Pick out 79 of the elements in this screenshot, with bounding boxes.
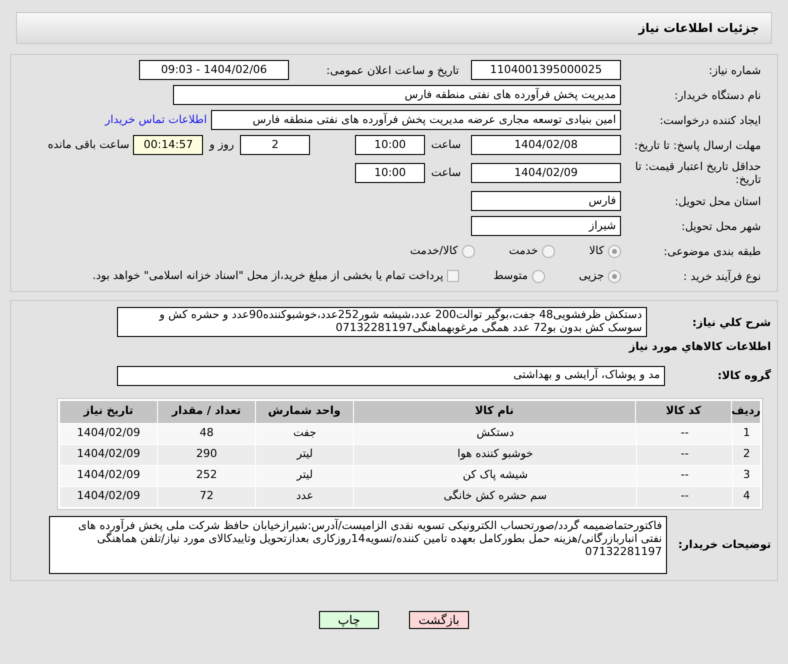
description-textarea[interactable]: دستکش ظرفشویی48 جفت،بوگیر توالت200 عدد،شیشه شور252عدد،خوشبوکننده90عدد و حشره کش و سوسک کش بدون بو72 عدد همگی مرغوبهماهنگی07132281197 xyxy=(117,307,647,337)
table-cell: 252 xyxy=(158,466,256,486)
table-cell: 1404/02/09 xyxy=(60,466,158,486)
column-header: نام کالا xyxy=(354,400,635,422)
buyer-notes-textarea[interactable]: فاکتورحتماضمیمه گردد/صورتحساب الکترونیکی تسویه نقدی الزامیست/آدرس:شیرازخیابان حافظ شرکت ملی پخش فرآورده های نفتی انباربازرگانی/هزینه حمل بطورکامل بعهده تامین کننده/تسویه14روزکاری بعدازتحویل وتاییدکالای مورد نیاز/تلفن هماهنگی 07132281197 xyxy=(49,516,667,574)
field-value: 10:00 xyxy=(355,163,426,183)
table-cell: -- xyxy=(637,486,732,506)
table-cell: -- xyxy=(637,466,732,486)
table-cell: خوشبو کننده هوا xyxy=(354,444,636,464)
field-label: استان محل تحویل: xyxy=(674,194,761,208)
table-cell: لیتر xyxy=(256,466,354,486)
field-value: فارس xyxy=(471,191,621,211)
field-label: حداقل تاریخ اعتبار قیمت: تا تاریخ: xyxy=(634,160,761,186)
print-button[interactable]: چاپ xyxy=(319,610,379,628)
field-label: نام دستگاه خریدار: xyxy=(673,88,761,102)
table-cell: عدد xyxy=(256,486,354,506)
field-value: شیراز xyxy=(471,216,621,236)
table-cell: 1404/02/09 xyxy=(60,444,158,464)
column-header: ردیف xyxy=(732,400,760,422)
table-cell: 1 xyxy=(733,424,760,444)
table-cell: -- xyxy=(637,444,732,464)
table-cell: 1404/02/09 xyxy=(60,486,158,506)
field-value: 1104001395000025 xyxy=(471,60,621,80)
back-button[interactable]: بازگشت xyxy=(409,610,469,628)
field-value: 2 xyxy=(240,135,310,155)
radio-label: متوسط xyxy=(493,268,528,284)
field-label: ساعت xyxy=(431,136,461,153)
column-header: تاریخ نیاز xyxy=(60,400,157,422)
header-bar: جزئیات اطلاعات نیاز xyxy=(16,12,772,44)
section-heading: اطلاعات کالاهاي مورد نياز xyxy=(628,339,771,355)
radio-label: کالا/خدمت xyxy=(410,242,458,259)
field-label: مهلت ارسال پاسخ: تا تاریخ: xyxy=(633,138,761,152)
field-value: 1404/02/09 xyxy=(471,163,621,183)
table-cell: دستکش xyxy=(354,424,636,444)
field-label: شهر محل تحویل: xyxy=(680,220,761,232)
checkbox[interactable] xyxy=(447,270,460,282)
field-label: تاریخ و ساعت اعلان عمومی: xyxy=(325,64,459,76)
column-header: تعداد / مقدار xyxy=(158,400,255,422)
table-cell: -- xyxy=(637,424,732,444)
field-label: روز و xyxy=(209,136,234,153)
field-label: نوع فرآیند خرید : xyxy=(682,270,761,282)
table-cell: 72 xyxy=(158,486,256,506)
field-label: ایجاد کننده درخواست: xyxy=(658,114,761,126)
field-value: امین بنیادی توسعه مجاری عرضه مدیریت پخش فرآورده های نفتی منطقه فارس xyxy=(211,110,621,130)
table-cell: 3 xyxy=(733,466,760,486)
field-label: ساعت xyxy=(431,164,461,181)
buyer-contact-link[interactable]: اطلاعات تماس خریدار xyxy=(105,112,207,128)
table-cell: 2 xyxy=(733,444,760,464)
table-cell: جفت xyxy=(256,424,354,444)
radio-button[interactable] xyxy=(462,244,475,258)
table-cell: 4 xyxy=(733,486,760,506)
radio-label: جزیی xyxy=(578,268,604,284)
radio-label: خدمت xyxy=(508,242,538,259)
field-label: شرح کلي نياز: xyxy=(691,316,771,328)
field-label: گروه کالا: xyxy=(716,369,771,382)
field-value: 00:14:57 xyxy=(133,135,204,155)
radio-button[interactable] xyxy=(608,270,621,282)
table-cell: 1404/02/09 xyxy=(60,424,158,444)
column-header: واحد شمارش xyxy=(256,400,353,422)
field-value: مد و پوشاک، آرایشی و بهداشتی xyxy=(117,366,665,386)
radio-label: کالا xyxy=(589,242,604,259)
checkbox-label: پرداخت تمام یا بخشی از مبلغ خرید،از محل "اسناد خزانه اسلامی" خواهد بود. xyxy=(92,268,444,284)
table-cell: 48 xyxy=(158,424,256,444)
field-value: 10:00 xyxy=(355,135,426,155)
field-label: ساعت باقی مانده xyxy=(48,136,130,153)
radio-button[interactable] xyxy=(542,244,556,258)
table-cell: سم حشره کش خانگی xyxy=(354,486,636,506)
field-value: 1404/02/06 - 09:03 xyxy=(139,60,289,80)
field-label: شماره نیاز: xyxy=(708,64,761,76)
table-cell: 290 xyxy=(158,444,256,464)
table-cell: شیشه پاک کن xyxy=(354,466,636,486)
field-label: طبقه بندی موضوعی: xyxy=(662,244,761,258)
radio-button[interactable] xyxy=(532,270,545,282)
column-header: کد کالا xyxy=(636,400,731,422)
field-value: مدیریت پخش فرآورده های نفتی منطقه فارس xyxy=(173,85,621,105)
field-label: توضیحات خریدار: xyxy=(677,538,771,551)
field-value: 1404/02/08 xyxy=(471,135,621,155)
radio-button[interactable] xyxy=(608,244,621,258)
table-cell: لیتر xyxy=(256,444,354,464)
